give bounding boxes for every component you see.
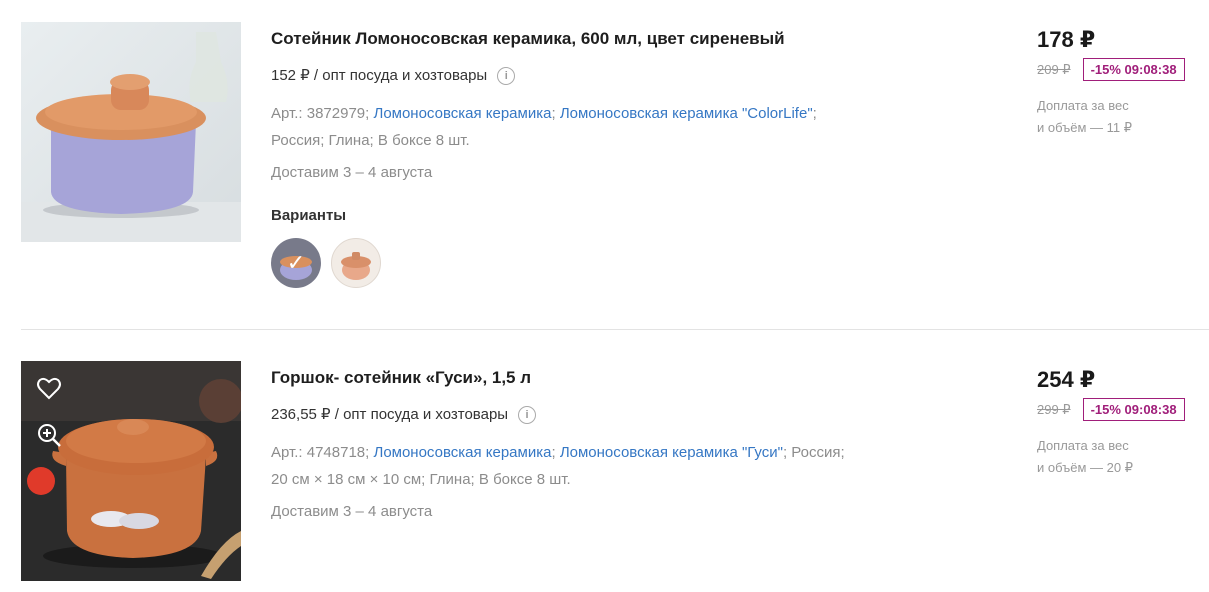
product-card-2: Горшок- сотейник «Гуси», 1,5 л 236,55 ₽ … (0, 331, 1209, 592)
product-properties: Арт.: 3872979; Ломоносовская керамика; Л… (271, 105, 817, 149)
info-icon[interactable]: i (518, 406, 537, 424)
check-icon: ✓ (286, 250, 306, 275)
current-price: 254 ₽ (1037, 367, 1096, 392)
product-title[interactable]: Горшок- сотейник «Гуси», 1,5 л (271, 367, 971, 389)
product-card-1: Сотейник Ломоносовская керамика, 600 мл,… (0, 0, 1209, 330)
zoom-icon[interactable] (35, 421, 63, 449)
old-price: 209 ₽ (1037, 61, 1071, 77)
brand-link[interactable]: Ломоносовская керамика (373, 105, 551, 122)
extra-charge-line1: Доплата за вес (1037, 98, 1129, 113)
brand-link[interactable]: Ломоносовская керамика (373, 444, 551, 461)
heart-icon[interactable] (35, 375, 63, 403)
properties-line: Россия; Глина; В боксе 8 шт. (271, 132, 470, 149)
current-price: 178 ₽ (1037, 27, 1096, 52)
extra-charge: Доплата за вес и объём — 11 ₽ (1037, 95, 1197, 139)
wholesale-price: 152 ₽ / опт посуда и хозтовары i (271, 66, 971, 86)
extra-charge-line2: и объём — 20 ₽ (1037, 460, 1133, 475)
price-block: 254 ₽ 299 ₽ -15% 09:08:38 Доплата за вес… (1037, 366, 1197, 479)
info-icon[interactable]: i (497, 67, 516, 85)
variant-swatch[interactable] (331, 238, 381, 288)
delivery-date: Доставим 3 – 4 августа (271, 164, 433, 181)
product-image[interactable] (21, 361, 241, 581)
variant-swatches: ✓ (271, 238, 971, 288)
delivery-date: Доставим 3 – 4 августа (271, 503, 433, 520)
extra-charge-line1: Доплата за вес (1037, 438, 1129, 453)
properties-line: 20 см × 18 см × 10 см; Глина; В боксе 8 … (271, 471, 571, 488)
wholesale-price-text: 152 ₽ / опт посуда и хозтовары (271, 67, 488, 84)
wholesale-price-text: 236,55 ₽ / опт посуда и хозтовары (271, 406, 509, 423)
variants-label: Варианты (271, 207, 347, 224)
variant-swatch-selected[interactable]: ✓ (271, 238, 321, 288)
wholesale-price: 236,55 ₽ / опт посуда и хозтовары i (271, 405, 971, 425)
discount-badge: -15% 09:08:38 (1082, 58, 1185, 81)
price-block: 178 ₽ 209 ₽ -15% 09:08:38 Доплата за вес… (1037, 26, 1197, 139)
article-number: Арт.: 4748718; (271, 444, 370, 461)
country: Россия; (791, 444, 845, 461)
product-properties: Арт.: 4748718; Ломоносовская керамика; Л… (271, 444, 845, 488)
extra-charge: Доплата за вес и объём — 20 ₽ (1037, 435, 1197, 479)
discount-badge: -15% 09:08:38 (1082, 398, 1185, 421)
series-link[interactable]: Ломоносовская керамика "Гуси" (560, 444, 783, 461)
product-image[interactable] (21, 22, 241, 242)
article-number: Арт.: 3872979; (271, 105, 370, 122)
series-link[interactable]: Ломоносовская керамика "ColorLife" (560, 105, 813, 122)
extra-charge-line2: и объём — 11 ₽ (1037, 120, 1133, 135)
divider (21, 329, 1209, 330)
old-price: 299 ₽ (1037, 401, 1071, 417)
product-title[interactable]: Сотейник Ломоносовская керамика, 600 мл,… (271, 28, 971, 50)
